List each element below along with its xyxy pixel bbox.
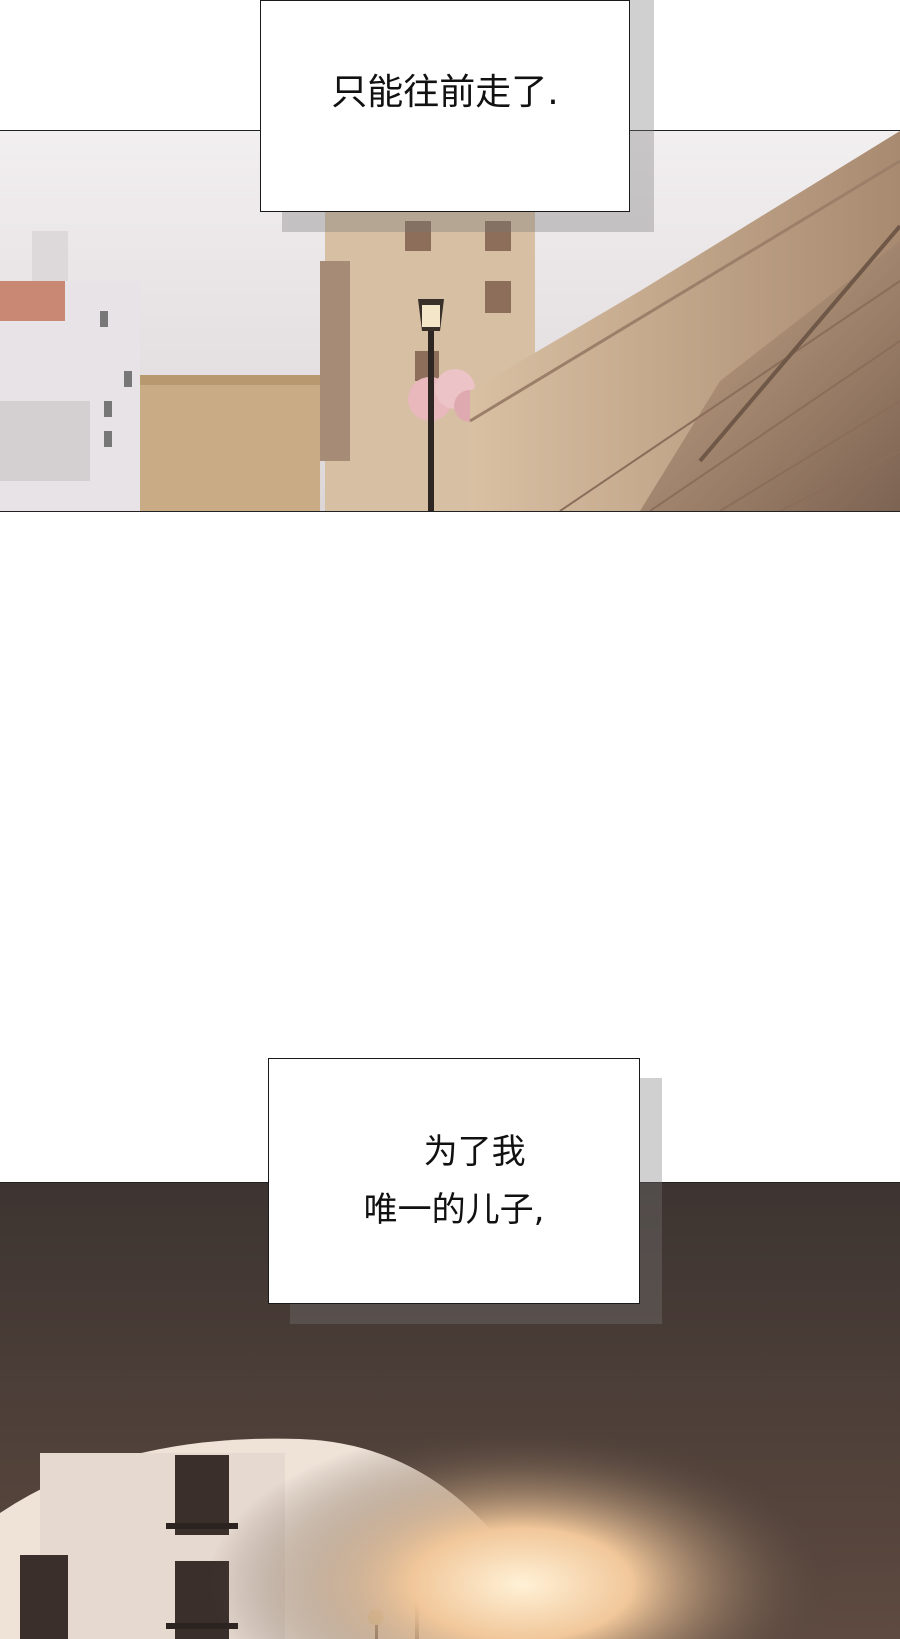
caption-text: 为了我 bbox=[423, 1132, 526, 1172]
narration-caption-box: 为了我 唯一的儿子, bbox=[268, 1058, 640, 1304]
caption-text: 只能往前走了. bbox=[331, 72, 559, 113]
narration-caption-box: 只能往前走了. bbox=[260, 0, 630, 212]
caption-text: 唯一的儿子, bbox=[363, 1190, 545, 1230]
distant-wall bbox=[140, 375, 320, 511]
